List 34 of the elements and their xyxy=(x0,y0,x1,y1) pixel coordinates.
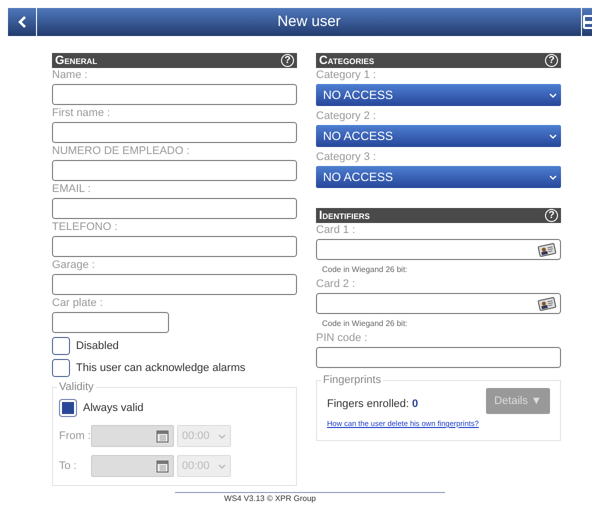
field-label: NUMERO DE EMPLEADO : xyxy=(52,145,191,158)
checkbox-label: Always valid xyxy=(83,400,144,416)
field-label: Car plate : xyxy=(52,297,104,310)
section-title: Categories xyxy=(319,53,374,68)
help-icon[interactable]: ? xyxy=(281,54,294,67)
field-label: First name : xyxy=(52,107,112,120)
help-icon[interactable]: ? xyxy=(545,209,558,222)
page-title: New user xyxy=(37,8,581,36)
help-icon[interactable]: ? xyxy=(545,54,558,67)
section-title: Identifiers xyxy=(319,208,370,223)
field-label: To : xyxy=(59,458,78,474)
field-label: From : xyxy=(59,428,91,444)
category-select[interactable]: NO ACCESS xyxy=(316,84,561,106)
panel-legend: Validity xyxy=(57,381,96,393)
panel-legend: Fingerprints xyxy=(321,374,384,386)
field-label: Category 2 : xyxy=(316,110,377,123)
field-label: TELEFONO : xyxy=(52,221,118,234)
field-label: Name : xyxy=(52,69,88,82)
field-label: Card 1 : xyxy=(316,224,356,237)
category-select[interactable]: NO ACCESS xyxy=(316,125,561,147)
field-label: EMAIL : xyxy=(52,183,92,196)
section-title: General xyxy=(55,53,98,68)
field-label: Card 2 : xyxy=(316,278,356,291)
checkbox-label: This user can acknowledge alarms xyxy=(76,360,246,376)
footer-text: WS4 V3.13 © XPR Group xyxy=(224,493,316,505)
field-label: Category 3 : xyxy=(316,151,377,164)
field-hint: Code in Wiegand 26 bit: xyxy=(322,264,408,276)
field-label: Garage : xyxy=(52,259,96,272)
field-label: Category 1 : xyxy=(316,69,377,82)
category-select[interactable]: NO ACCESS xyxy=(316,166,561,188)
checkbox-label: Disabled xyxy=(76,338,119,354)
field-label: PIN code : xyxy=(316,332,368,345)
field-hint: Code in Wiegand 26 bit: xyxy=(322,318,408,330)
enrolled-text: Fingers enrolled: 0 xyxy=(327,397,418,412)
